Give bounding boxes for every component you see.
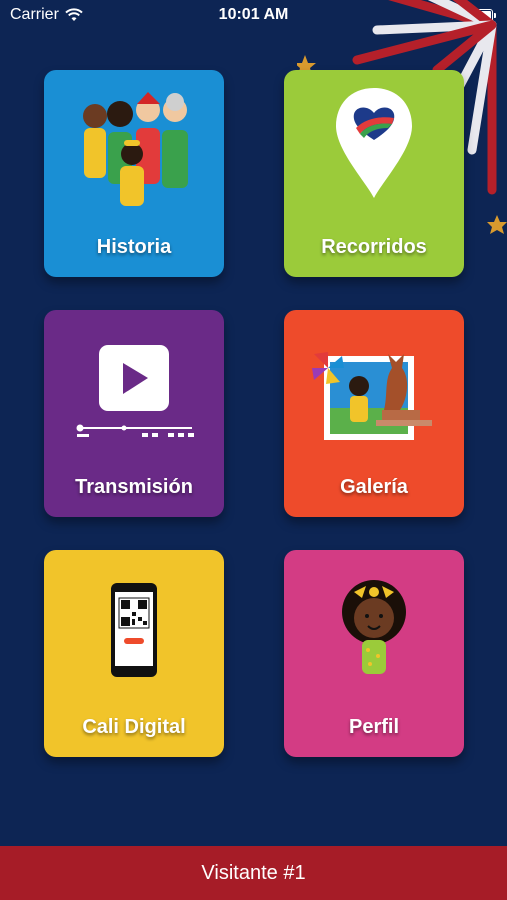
tile-cali-digital[interactable]: Cali Digital xyxy=(44,550,224,757)
tile-perfil-label: Perfil xyxy=(348,716,400,738)
tile-historia[interactable]: Historia xyxy=(44,70,224,277)
tile-perfil[interactable]: Perfil xyxy=(284,550,464,757)
visitor-label: Visitante #1 xyxy=(201,861,306,884)
tile-galeria-label: Galería xyxy=(340,476,408,498)
tile-transmision-label: Transmisión xyxy=(75,476,193,498)
tile-transmision[interactable]: Transmisión xyxy=(44,310,224,517)
gallery-illustration xyxy=(312,352,432,440)
phone-qr-icon xyxy=(111,583,157,677)
tile-recorridos[interactable]: Recorridos xyxy=(284,70,464,277)
tile-historia-label: Historia xyxy=(96,236,172,258)
family-illustration xyxy=(83,92,188,206)
tile-galeria[interactable]: Galería xyxy=(284,310,464,517)
video-player-illustration xyxy=(76,345,194,437)
girl-avatar-illustration xyxy=(342,580,406,674)
location-pin-icon xyxy=(336,88,412,198)
tile-cali-digital-label: Cali Digital xyxy=(82,716,186,738)
visitor-footer[interactable]: Visitante #1 xyxy=(0,846,507,900)
tile-recorridos-label: Recorridos xyxy=(321,236,427,258)
